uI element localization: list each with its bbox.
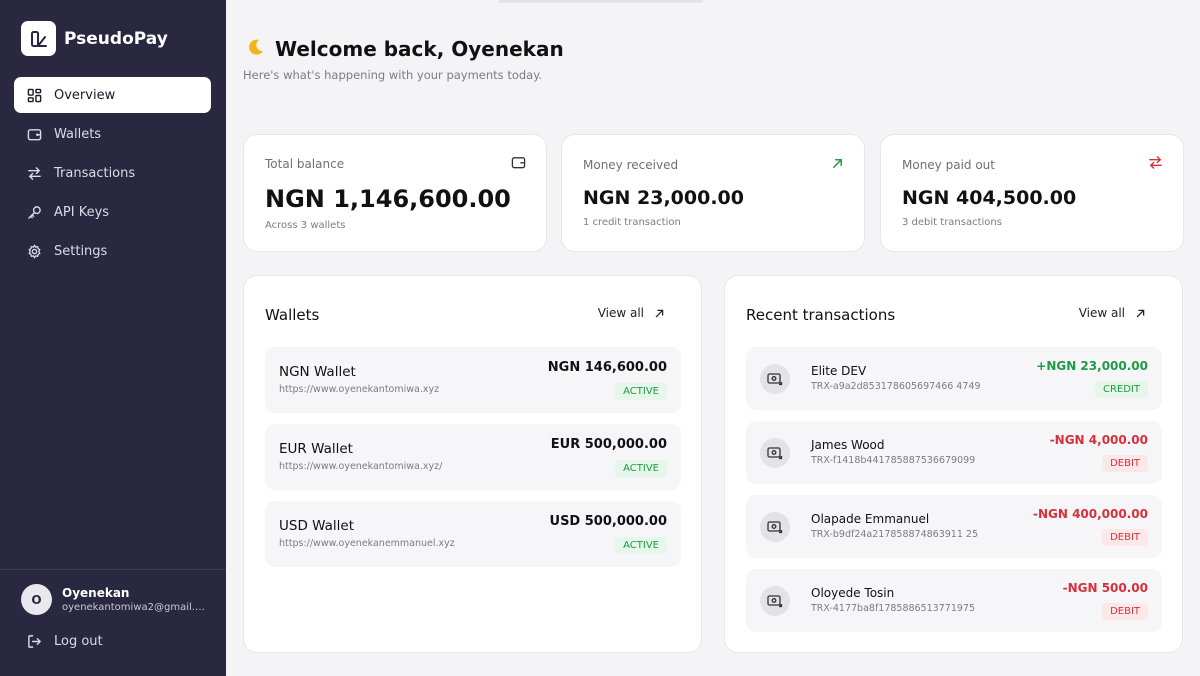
wallet-amount: NGN 146,600.00	[547, 360, 667, 375]
arrow-up-right-icon	[655, 309, 664, 317]
transaction-row[interactable]: James Wood TRX-f1418b441785887536679099 …	[746, 421, 1162, 484]
transaction-amount: -NGN 500.00	[1062, 581, 1148, 595]
status-badge: ACTIVE	[615, 537, 667, 554]
brand-name: PseudoPay	[64, 28, 168, 49]
wallet-amount: USD 500,000.00	[549, 514, 667, 529]
top-indicator	[498, 0, 703, 3]
transfer-arrows-icon	[1148, 155, 1163, 174]
view-all-label: View all	[597, 306, 644, 320]
wallet-url: https://www.oyenekanemmanuel.xyz	[279, 538, 455, 549]
moon-icon	[247, 38, 265, 61]
page-title: Welcome back, Oyenekan	[275, 37, 564, 61]
logo-icon	[21, 21, 56, 56]
sidebar-nav: Overview Wallets Transactions API Keys S…	[14, 77, 211, 272]
transaction-row[interactable]: Oloyede Tosin TRX-4177ba8f17858865137719…	[746, 569, 1162, 632]
stat-card-money-received: Money received NGN 23,000.00 1 credit tr…	[561, 134, 865, 252]
transaction-icon	[760, 438, 790, 468]
stat-label: Money received	[583, 158, 679, 172]
arrow-up-right-icon	[1136, 309, 1145, 317]
transaction-name: Elite DEV	[811, 364, 867, 378]
status-badge: ACTIVE	[615, 460, 667, 477]
sidebar-item-label: Transactions	[54, 165, 136, 181]
status-badge: ACTIVE	[615, 383, 667, 400]
sidebar-divider	[0, 569, 226, 570]
transaction-amount: -NGN 400,000.00	[1032, 507, 1148, 521]
transaction-icon	[760, 586, 790, 616]
stat-value: NGN 404,500.00	[902, 187, 1077, 209]
transaction-type-badge: CREDIT	[1094, 381, 1148, 398]
sidebar-item-api-keys[interactable]: API Keys	[14, 194, 211, 230]
sidebar-item-label: Overview	[54, 87, 116, 103]
transactions-panel: Recent transactions View all Elite DEV T…	[724, 275, 1183, 653]
transaction-icon	[760, 364, 790, 394]
transaction-id: TRX-4177ba8f1785886513771975	[811, 603, 975, 614]
transaction-id: TRX-b9df24a217858874863911 25	[811, 529, 978, 540]
sidebar-item-label: Wallets	[54, 126, 102, 142]
view-all-label: View all	[1078, 306, 1125, 320]
transaction-name: James Wood	[811, 438, 885, 452]
stat-card-money-paid-out: Money paid out NGN 404,500.00 3 debit tr…	[880, 134, 1184, 252]
transaction-type-badge: DEBIT	[1102, 455, 1148, 472]
stat-value: NGN 1,146,600.00	[265, 185, 511, 213]
gear-icon	[28, 243, 41, 259]
sidebar-item-wallets[interactable]: Wallets	[14, 116, 211, 152]
wallet-row-ngn[interactable]: NGN Wallet https://www.oyenekantomiwa.xy…	[265, 347, 681, 413]
user-name: Oyenekan	[62, 586, 130, 600]
panel-title: Recent transactions	[746, 306, 896, 324]
wallets-panel: Wallets View all NGN Wallet https://www.…	[243, 275, 702, 653]
stat-label: Total balance	[265, 157, 345, 171]
stat-sub: 3 debit transactions	[902, 217, 1002, 228]
sidebar-item-transactions[interactable]: Transactions	[14, 155, 211, 191]
transaction-row[interactable]: Elite DEV TRX-a9a2d853178605697466 4749 …	[746, 347, 1162, 410]
transaction-name: Oloyede Tosin	[811, 586, 895, 600]
stat-card-total-balance: Total balance NGN 1,146,600.00 Across 3 …	[243, 134, 547, 252]
wallet-row-eur[interactable]: EUR Wallet https://www.oyenekantomiwa.xy…	[265, 424, 681, 490]
wallet-icon	[27, 128, 42, 140]
wallet-icon	[511, 155, 526, 174]
panel-title: Wallets	[265, 306, 320, 324]
wallet-name: NGN Wallet	[279, 364, 356, 380]
logout-label: Log out	[54, 634, 103, 649]
logout-icon	[28, 635, 42, 648]
stat-sub: 1 credit transaction	[583, 217, 681, 228]
logout-button[interactable]: Log out	[27, 634, 103, 649]
transaction-type-badge: DEBIT	[1102, 603, 1148, 620]
brand[interactable]: PseudoPay	[21, 21, 168, 56]
wallet-name: USD Wallet	[279, 518, 354, 534]
sidebar-item-overview[interactable]: Overview	[14, 77, 211, 113]
wallet-amount: EUR 500,000.00	[550, 437, 667, 452]
sidebar: PseudoPay Overview Wallets Transactions	[0, 0, 226, 676]
stat-value: NGN 23,000.00	[583, 187, 744, 209]
transaction-name: Olapade Emmanuel	[811, 512, 930, 526]
sidebar-item-label: Settings	[54, 243, 108, 259]
avatar: O	[21, 584, 52, 615]
arrow-up-right-icon	[831, 155, 844, 174]
wallet-name: EUR Wallet	[279, 441, 353, 457]
key-icon	[28, 205, 41, 219]
grid-icon	[27, 88, 42, 102]
wallet-url: https://www.oyenekantomiwa.xyz	[279, 384, 440, 395]
welcome-header: Welcome back, Oyenekan	[247, 37, 564, 61]
user-profile[interactable]: O Oyenekan oyenekantomiwa2@gmail.c...	[21, 584, 207, 615]
transaction-id: TRX-a9a2d853178605697466 4749	[811, 381, 981, 392]
transaction-id: TRX-f1418b441785887536679099	[811, 455, 976, 466]
sidebar-item-label: API Keys	[54, 204, 110, 220]
transactions-view-all-link[interactable]: View all	[1079, 306, 1146, 320]
transaction-amount: +NGN 23,000.00	[1036, 359, 1148, 373]
wallets-view-all-link[interactable]: View all	[598, 306, 665, 320]
wallet-url: https://www.oyenekantomiwa.xyz/	[279, 461, 443, 472]
transaction-icon	[760, 512, 790, 542]
transaction-type-badge: DEBIT	[1102, 529, 1148, 546]
sidebar-item-settings[interactable]: Settings	[14, 233, 211, 269]
stat-sub: Across 3 wallets	[265, 220, 346, 231]
stat-label: Money paid out	[902, 158, 995, 172]
transaction-amount: -NGN 4,000.00	[1049, 433, 1148, 447]
page-subtitle: Here's what's happening with your paymen…	[243, 68, 543, 82]
arrows-icon	[28, 166, 41, 180]
user-email: oyenekantomiwa2@gmail.c...	[62, 602, 207, 613]
transaction-row[interactable]: Olapade Emmanuel TRX-b9df24a217858874863…	[746, 495, 1162, 558]
wallet-row-usd[interactable]: USD Wallet https://www.oyenekanemmanuel.…	[265, 501, 681, 567]
